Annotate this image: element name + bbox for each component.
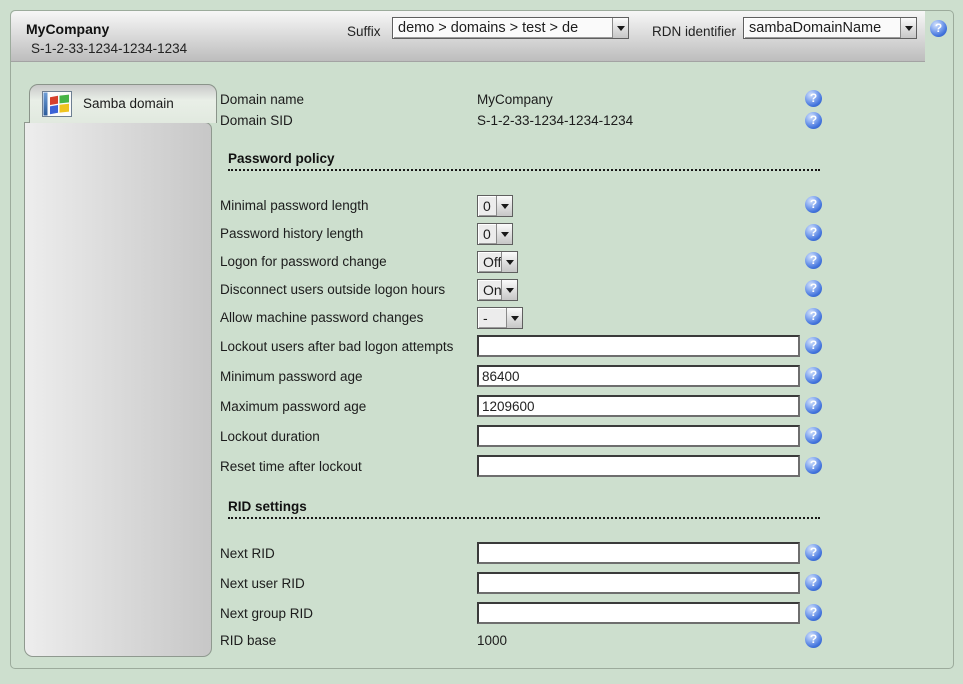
help-icon[interactable]: ? bbox=[805, 397, 822, 414]
samba-domain-page: MyCompany S-1-2-33-1234-1234-1234 Suffix… bbox=[0, 0, 963, 684]
domain-name-label: Domain name bbox=[220, 92, 304, 107]
lockout-duration-input[interactable] bbox=[477, 425, 800, 447]
select-arrow-button[interactable] bbox=[501, 252, 517, 272]
help-icon[interactable]: ? bbox=[805, 367, 822, 384]
help-icon[interactable]: ? bbox=[805, 224, 822, 241]
chevron-down-icon bbox=[501, 204, 509, 209]
password-history-length-label: Password history length bbox=[220, 226, 363, 241]
maximum-password-age-input[interactable] bbox=[477, 395, 800, 417]
password-policy-heading: Password policy bbox=[228, 151, 820, 171]
allow-machine-password-changes-select[interactable]: - bbox=[477, 307, 523, 329]
chevron-down-icon bbox=[506, 260, 514, 265]
password-history-length-value: 0 bbox=[478, 224, 496, 244]
rdn-select-arrow-button[interactable] bbox=[900, 18, 916, 38]
disconnect-users-select[interactable]: On bbox=[477, 279, 518, 301]
lockout-duration-label: Lockout duration bbox=[220, 429, 320, 444]
chevron-down-icon bbox=[501, 232, 509, 237]
disconnect-users-value: On bbox=[478, 280, 501, 300]
minimal-password-length-value: 0 bbox=[478, 196, 496, 216]
disconnect-users-label: Disconnect users outside logon hours bbox=[220, 282, 445, 297]
chevron-down-icon bbox=[905, 26, 913, 31]
chevron-down-icon bbox=[511, 316, 519, 321]
help-icon[interactable]: ? bbox=[805, 544, 822, 561]
rdn-identifier-select[interactable]: sambaDomainName bbox=[743, 17, 917, 39]
help-icon[interactable]: ? bbox=[805, 604, 822, 621]
maximum-password-age-label: Maximum password age bbox=[220, 399, 366, 414]
help-icon[interactable]: ? bbox=[805, 427, 822, 444]
suffix-label: Suffix bbox=[347, 24, 381, 39]
domain-sid-label: Domain SID bbox=[220, 113, 293, 128]
suffix-select-value: demo > domains > test > de bbox=[393, 18, 612, 38]
chevron-down-icon bbox=[506, 288, 514, 293]
help-icon[interactable]: ? bbox=[805, 308, 822, 325]
select-arrow-button[interactable] bbox=[496, 196, 512, 216]
lockout-attempts-input[interactable] bbox=[477, 335, 800, 357]
suffix-select[interactable]: demo > domains > test > de bbox=[392, 17, 629, 39]
minimal-password-length-label: Minimal password length bbox=[220, 198, 369, 213]
next-group-rid-label: Next group RID bbox=[220, 606, 313, 621]
page-title: MyCompany bbox=[26, 21, 109, 37]
help-icon[interactable]: ? bbox=[930, 20, 947, 37]
tab-samba-domain-label: Samba domain bbox=[83, 96, 174, 111]
next-user-rid-input[interactable] bbox=[477, 572, 800, 594]
logon-for-password-change-value: Off bbox=[478, 252, 501, 272]
next-rid-label: Next RID bbox=[220, 546, 275, 561]
help-icon[interactable]: ? bbox=[805, 90, 822, 107]
minimal-password-length-select[interactable]: 0 bbox=[477, 195, 513, 217]
domain-sid-value: S-1-2-33-1234-1234-1234 bbox=[477, 113, 633, 128]
help-icon[interactable]: ? bbox=[805, 196, 822, 213]
domain-name-value: MyCompany bbox=[477, 92, 553, 107]
rid-base-label: RID base bbox=[220, 633, 276, 648]
help-icon[interactable]: ? bbox=[805, 280, 822, 297]
help-icon[interactable]: ? bbox=[805, 457, 822, 474]
lockout-attempts-label: Lockout users after bad logon attempts bbox=[220, 339, 453, 354]
rid-settings-heading: RID settings bbox=[228, 499, 820, 519]
reset-time-after-lockout-label: Reset time after lockout bbox=[220, 459, 362, 474]
next-rid-input[interactable] bbox=[477, 542, 800, 564]
help-icon[interactable]: ? bbox=[805, 252, 822, 269]
next-user-rid-label: Next user RID bbox=[220, 576, 305, 591]
next-group-rid-input[interactable] bbox=[477, 602, 800, 624]
password-history-length-select[interactable]: 0 bbox=[477, 223, 513, 245]
windows-logo-icon bbox=[42, 91, 72, 117]
allow-machine-password-changes-label: Allow machine password changes bbox=[220, 310, 423, 325]
rid-base-value: 1000 bbox=[477, 633, 507, 648]
select-arrow-button[interactable] bbox=[501, 280, 517, 300]
select-arrow-button[interactable] bbox=[506, 308, 522, 328]
minimum-password-age-input[interactable] bbox=[477, 365, 800, 387]
sidebar-panel bbox=[24, 122, 212, 657]
title-bar: MyCompany S-1-2-33-1234-1234-1234 Suffix… bbox=[11, 11, 925, 62]
logon-for-password-change-select[interactable]: Off bbox=[477, 251, 518, 273]
reset-time-after-lockout-input[interactable] bbox=[477, 455, 800, 477]
help-icon[interactable]: ? bbox=[805, 631, 822, 648]
logon-for-password-change-label: Logon for password change bbox=[220, 254, 387, 269]
help-icon[interactable]: ? bbox=[805, 112, 822, 129]
help-icon[interactable]: ? bbox=[805, 337, 822, 354]
allow-machine-password-changes-value: - bbox=[478, 308, 506, 328]
select-arrow-button[interactable] bbox=[496, 224, 512, 244]
rdn-identifier-label: RDN identifier bbox=[652, 24, 736, 39]
domain-sid-subtitle: S-1-2-33-1234-1234-1234 bbox=[31, 41, 187, 56]
minimum-password-age-label: Minimum password age bbox=[220, 369, 363, 384]
chevron-down-icon bbox=[617, 26, 625, 31]
tab-samba-domain[interactable]: Samba domain bbox=[29, 84, 217, 123]
rdn-select-value: sambaDomainName bbox=[744, 18, 900, 38]
help-icon[interactable]: ? bbox=[805, 574, 822, 591]
suffix-select-arrow-button[interactable] bbox=[612, 18, 628, 38]
